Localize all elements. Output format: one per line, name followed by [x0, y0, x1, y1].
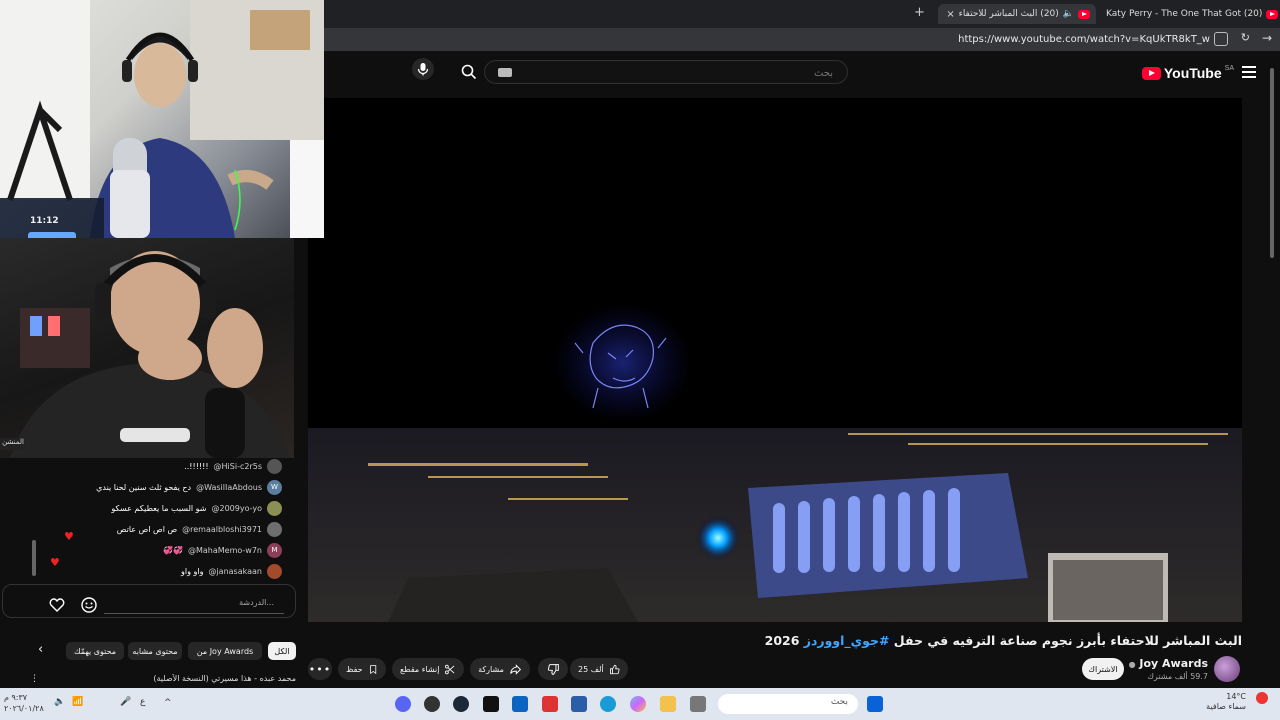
clip-button[interactable]: إنشاء مقطع — [392, 658, 464, 680]
hamburger-menu-icon[interactable] — [1242, 66, 1256, 78]
like-button[interactable]: 25 ألف — [570, 658, 628, 680]
wifi-icon[interactable]: 📶 — [72, 697, 83, 707]
share-button[interactable]: مشاركة — [470, 658, 530, 680]
webcam-overlay-bottom: المنشن — [0, 238, 294, 458]
subscriber-count: 59.7 ألف مشترك — [1147, 672, 1208, 681]
chat-message: شو السبب ما يعطيكم عسكو @2009yo-yo — [111, 500, 282, 516]
tab-katy-perry[interactable]: (20) Katy Perry - The One That Got — [1100, 4, 1280, 24]
close-tab-icon[interactable]: × — [946, 9, 954, 20]
microphone-icon — [417, 63, 429, 76]
weather-widget[interactable]: 14°C سماء صافية — [1196, 692, 1246, 712]
keyboard-icon[interactable] — [498, 68, 512, 77]
microphone-tray-icon[interactable]: 🎤 — [120, 697, 131, 707]
heart-reaction-icon: ♥ — [64, 530, 74, 543]
youtube-logo[interactable]: YouTube SA — [1141, 65, 1234, 81]
recommendation-title[interactable]: محمد عبده - هذا مسيرتي (النسخة الأصلية) — [34, 674, 296, 686]
voice-search-button[interactable] — [412, 58, 434, 80]
save-button[interactable]: حفظ — [338, 658, 386, 680]
site-settings-icon[interactable] — [1214, 32, 1228, 46]
search-input[interactable] — [485, 62, 847, 85]
language-icon[interactable]: ع — [140, 697, 145, 707]
chip-all[interactable]: الكل — [268, 642, 296, 660]
avatar[interactable] — [267, 500, 282, 516]
emoji-icon[interactable] — [80, 596, 98, 614]
outlook-icon[interactable] — [512, 696, 528, 712]
avatar[interactable] — [267, 521, 282, 537]
youtube-favicon-icon — [1078, 9, 1090, 19]
more-actions-button[interactable]: ••• — [308, 658, 332, 680]
x-app-icon[interactable] — [483, 696, 499, 712]
chat-message: دح يفحو ثلث سنين لحنا يندي @WasilIaAbdou… — [96, 479, 282, 495]
video-frame — [308, 98, 1242, 622]
new-tab-icon[interactable]: + — [914, 5, 925, 20]
gift-icon[interactable] — [542, 696, 558, 712]
chip-related[interactable]: محتوى مشابه — [128, 642, 182, 660]
task-view-icon[interactable] — [690, 696, 706, 712]
chat-input[interactable]: الدردشة... — [104, 594, 284, 614]
system-clock[interactable]: ٩:٣٧ م ٢٠٢٦/٠١/٢٨ — [4, 692, 44, 714]
discord-icon[interactable] — [395, 696, 411, 712]
search-icon[interactable] — [461, 64, 477, 80]
chat-message: ص اص اص عاتص @remaalbloshi3971 — [117, 521, 282, 537]
heart-reaction-icon: ♥ — [50, 556, 60, 569]
channel-avatar[interactable] — [1214, 656, 1240, 682]
share-icon — [510, 663, 521, 675]
forward-icon[interactable]: → — [1262, 31, 1272, 45]
video-title: البث المباشر للاحتفاء بأبرز نجوم صناعة ا… — [764, 633, 1242, 648]
scissors-icon — [445, 664, 455, 674]
url-text[interactable]: https://www.youtube.com/watch?v=KqUkTR8k… — [958, 34, 1210, 45]
chat-message: واو واو @janasakaan — [181, 563, 282, 579]
verified-icon: ● — [1128, 660, 1136, 669]
file-explorer-icon[interactable] — [660, 696, 676, 712]
speaker-icon[interactable]: 🔈 — [1063, 9, 1074, 19]
notification-badge-icon[interactable] — [1256, 692, 1268, 704]
more-horizontal-icon: ••• — [308, 662, 332, 676]
video-player[interactable] — [308, 98, 1242, 622]
obs-icon[interactable] — [424, 696, 440, 712]
reload-icon[interactable]: ↻ — [1241, 31, 1250, 44]
start-icon[interactable] — [867, 696, 883, 712]
heart-icon[interactable] — [48, 596, 66, 614]
channel-name[interactable]: ● Joy Awards — [1129, 657, 1208, 670]
recommendation-filter-chips: ‹ محتوى يهمّك محتوى مشابه من Joy Awards … — [0, 638, 300, 664]
page-scrollbar[interactable] — [1268, 60, 1276, 684]
edge-icon[interactable] — [600, 696, 616, 712]
chat-scrollbar[interactable] — [32, 540, 36, 576]
chat-message: 💞💞 @MahaMemo-w7n M — [163, 542, 282, 558]
avatar[interactable] — [267, 563, 282, 579]
windows-taskbar: ^ ع 🎤 📶 🔈 — [0, 688, 1280, 720]
hashtag-link[interactable]: #جوي_اووردز — [804, 633, 890, 648]
thumbs-up-icon — [609, 664, 620, 674]
youtube-header: YouTube SA — [324, 52, 1280, 94]
chip-for-you[interactable]: محتوى يهمّك — [66, 642, 124, 660]
guest-webcam-image — [10, 251, 290, 458]
taskbar-search[interactable]: بحث — [718, 694, 858, 714]
more-vertical-icon[interactable]: ⋮ — [30, 674, 39, 684]
thumbs-down-icon — [547, 663, 559, 675]
chevron-left-icon[interactable]: ‹ — [38, 642, 43, 657]
tab-live-stream[interactable]: 🔈 (20) البث المباشر للاحتفاء بأبرز × — [938, 4, 1096, 24]
bookmark-icon — [369, 664, 376, 674]
dislike-button[interactable] — [538, 658, 568, 680]
search-box[interactable] — [484, 60, 848, 85]
chat-message: ..!!!!!! @HiSi-c2r5s — [184, 458, 282, 474]
avatar[interactable] — [267, 458, 282, 474]
chip-from-channel[interactable]: من Joy Awards — [188, 642, 262, 660]
volume-icon[interactable]: 🔈 — [54, 697, 65, 707]
chevron-up-icon[interactable]: ^ — [164, 698, 172, 708]
avatar[interactable]: W — [267, 479, 282, 495]
copilot-icon[interactable] — [630, 696, 646, 712]
subscribe-button[interactable]: الاشتراك — [1082, 658, 1124, 680]
store-icon[interactable] — [571, 696, 587, 712]
youtube-favicon-icon — [1266, 9, 1279, 19]
youtube-play-icon — [1141, 66, 1161, 80]
avatar[interactable]: M — [267, 542, 282, 558]
steam-icon[interactable] — [453, 696, 469, 712]
